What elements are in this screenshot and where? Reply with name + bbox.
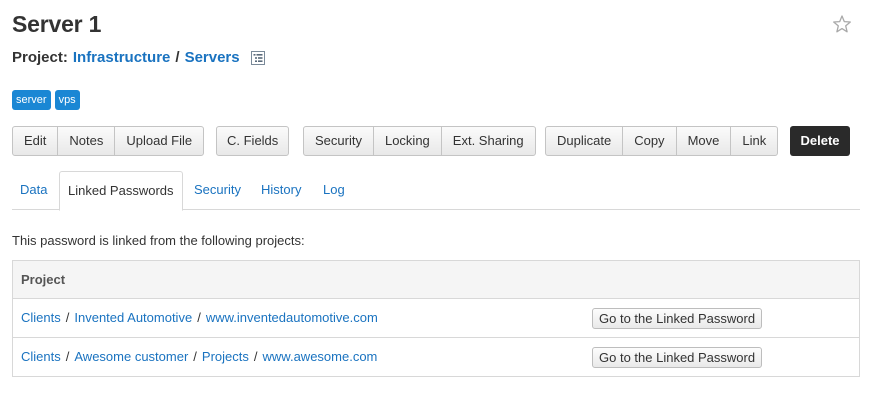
- duplicate-button[interactable]: Duplicate: [546, 127, 624, 155]
- path-link-projects[interactable]: Projects: [202, 349, 249, 364]
- path-separator: /: [65, 310, 70, 325]
- table-row: Clients / Awesome customer / Projects / www.aw…: [13, 338, 859, 376]
- star-icon[interactable]: [832, 14, 852, 34]
- locking-button[interactable]: Locking: [374, 127, 442, 155]
- tag-server[interactable]: server: [12, 90, 51, 110]
- upload-file-button[interactable]: Upload File: [115, 127, 203, 155]
- path-separator: /: [65, 349, 70, 364]
- edit-button[interactable]: Edit: [13, 127, 59, 155]
- path-link-awesome-com[interactable]: www.awesome.com: [263, 349, 378, 364]
- go-to-linked-password-button[interactable]: Go to the Linked Password: [592, 347, 763, 368]
- delete-button[interactable]: Delete: [790, 126, 850, 156]
- tab-data[interactable]: Data: [20, 171, 47, 210]
- path-link-clients[interactable]: Clients: [21, 310, 61, 325]
- table-header-project: Project: [13, 261, 859, 299]
- path-separator: /: [197, 310, 201, 325]
- path-separator: /: [193, 349, 197, 364]
- linked-projects-table: Project Clients / Invented Automotive / www.…: [12, 260, 860, 377]
- project-breadcrumb: Project: Infrastructure / Servers: [12, 49, 266, 66]
- path-link-inventedautomotive-com[interactable]: www.inventedautomotive.com: [206, 310, 378, 325]
- security-button[interactable]: Security: [304, 127, 374, 155]
- tab-linked-passwords[interactable]: Linked Passwords: [59, 171, 183, 211]
- go-to-linked-password-button[interactable]: Go to the Linked Password: [592, 308, 763, 329]
- tab-security[interactable]: Security: [194, 171, 241, 210]
- project-path: Clients / Invented Automotive / www.invented…: [21, 310, 378, 325]
- breadcrumb-separator: /: [175, 49, 180, 66]
- edit-button-group: Edit Notes Upload File: [12, 126, 205, 156]
- custom-fields-button[interactable]: C. Fields: [217, 127, 288, 155]
- copy-button[interactable]: Copy: [623, 127, 677, 155]
- tag-list: server vps: [12, 90, 80, 110]
- move-button[interactable]: Move: [677, 127, 732, 155]
- tree-list-icon[interactable]: [250, 50, 266, 66]
- tab-bar: Data Linked Passwords Security History L…: [12, 171, 860, 211]
- tab-history[interactable]: History: [261, 171, 301, 210]
- security-button-group: Security Locking Ext. Sharing: [303, 126, 536, 156]
- tab-log[interactable]: Log: [323, 171, 345, 210]
- table-row: Clients / Invented Automotive / www.invented…: [13, 299, 859, 338]
- ext-sharing-button[interactable]: Ext. Sharing: [442, 127, 535, 155]
- project-path: Clients / Awesome customer / Projects / www.aw…: [21, 349, 377, 364]
- link-button[interactable]: Link: [731, 127, 777, 155]
- path-link-invented-automotive[interactable]: Invented Automotive: [74, 310, 192, 325]
- breadcrumb-servers-link[interactable]: Servers: [185, 49, 240, 66]
- duplicate-button-group: Duplicate Copy Move Link: [545, 126, 779, 156]
- breadcrumb-infrastructure-link[interactable]: Infrastructure: [73, 49, 171, 66]
- custom-fields-button-group: C. Fields: [216, 126, 290, 156]
- notes-button[interactable]: Notes: [58, 127, 116, 155]
- page-title: Server 1: [12, 11, 102, 37]
- project-label: Project:: [12, 49, 68, 66]
- tag-vps[interactable]: vps: [54, 90, 80, 110]
- path-link-awesome-customer[interactable]: Awesome customer: [74, 349, 188, 364]
- path-separator: /: [253, 349, 258, 364]
- path-link-clients[interactable]: Clients: [21, 349, 61, 364]
- linked-intro-text: This password is linked from the followi…: [12, 233, 305, 248]
